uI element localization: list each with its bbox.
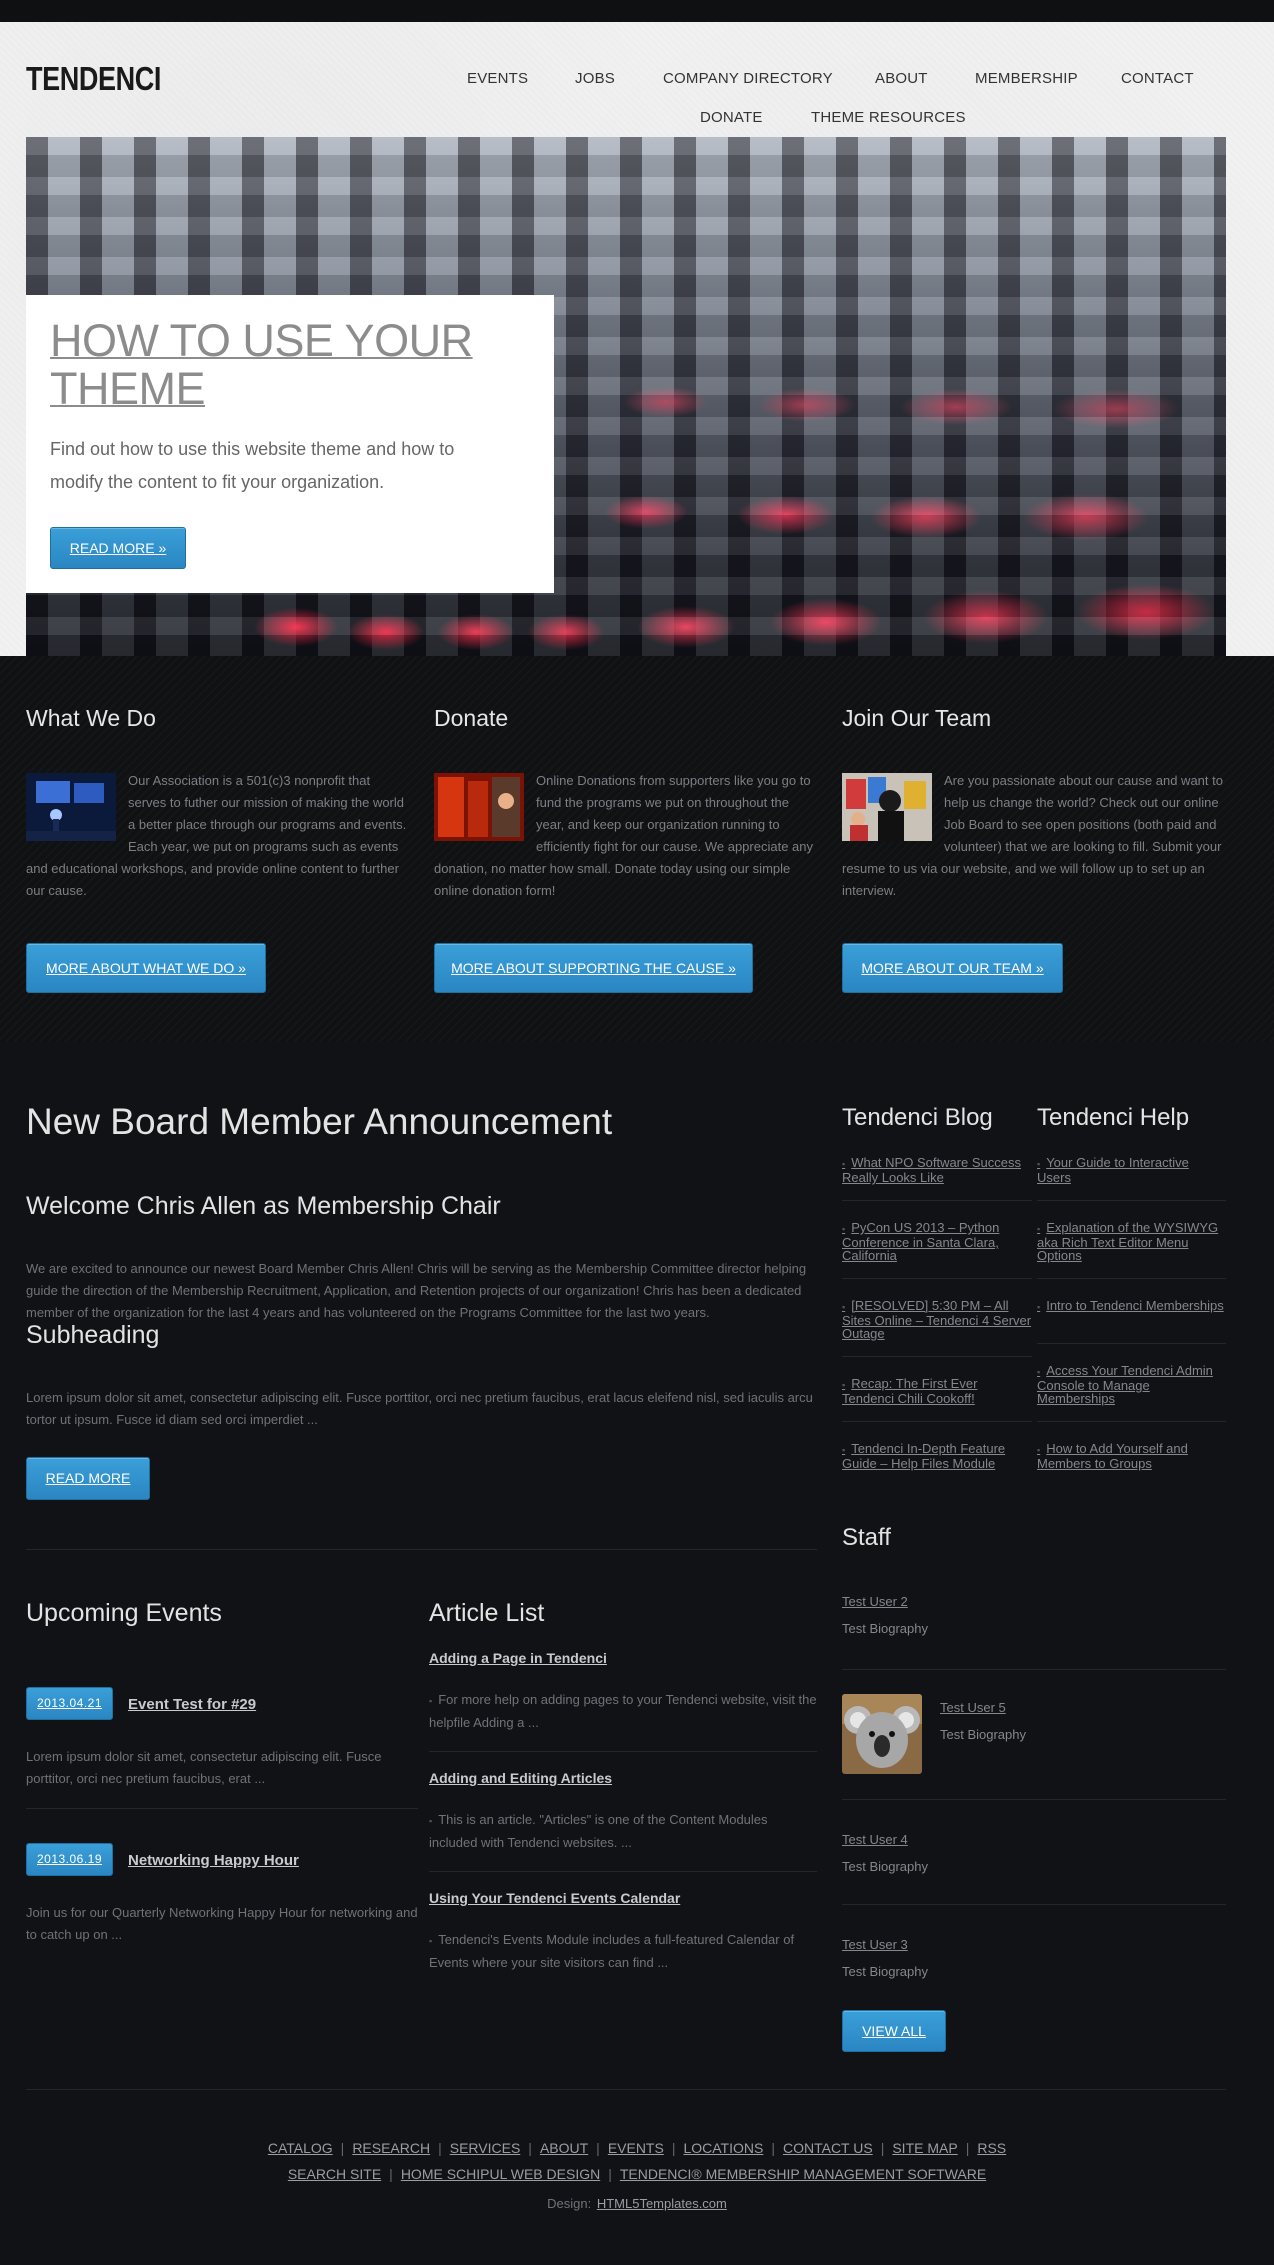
more-about-our-team-button[interactable]: MORE ABOUT OUR TEAM »	[842, 943, 1063, 993]
nav-events[interactable]: EVENTS	[467, 70, 528, 87]
feature-title: Donate	[434, 705, 509, 731]
article-list-item-title[interactable]: Adding a Page in Tendenci	[429, 1650, 607, 1666]
help-item[interactable]: ▪ Your Guide to Interactive Users	[1037, 1156, 1226, 1184]
hero-text: Find out how to use this website theme a…	[50, 439, 455, 492]
blog-item[interactable]: ▪ PyCon US 2013 – Python Conference in Sa…	[842, 1221, 1032, 1262]
footer-credit: Design: HTML5Templates.com	[547, 2196, 727, 2211]
article-subheading: Subheading	[26, 1321, 160, 1349]
footer-link-services[interactable]: SERVICES	[442, 2140, 529, 2156]
nav-contact[interactable]: CONTACT	[1121, 70, 1194, 87]
more-about-supporting-button[interactable]: MORE ABOUT SUPPORTING THE CAUSE »	[434, 943, 753, 993]
article-title: New Board Member Announcement	[26, 1101, 613, 1142]
footer-link-tendenci[interactable]: TENDENCI® MEMBERSHIP MANAGEMENT SOFTWARE	[612, 2166, 994, 2182]
staff-bio: Test Biography	[842, 1964, 928, 1979]
event-text: Lorem ipsum dolor sit amet, consectetur …	[26, 1749, 382, 1786]
nav-company-directory[interactable]: COMPANY DIRECTORY	[663, 70, 833, 87]
top-strip	[0, 0, 1274, 22]
footer-links-row-2: SEARCH SITE | HOME SCHIPUL WEB DESIGN | TEND…	[0, 2166, 1274, 2182]
feature-title: Join Our Team	[842, 705, 992, 731]
footer-link-locations[interactable]: LOCATIONS	[675, 2140, 771, 2156]
view-all-staff-button[interactable]: VIEW ALL	[842, 2010, 946, 2052]
staff-bio: Test Biography	[940, 1727, 1026, 1742]
nav-about[interactable]: ABOUT	[875, 70, 928, 87]
hero-caption: HOW TO USE YOUR THEME Find out how to us…	[26, 295, 554, 593]
footer-link-site-map[interactable]: SITE MAP	[884, 2140, 965, 2156]
footer-design-link[interactable]: HTML5Templates.com	[595, 2196, 727, 2211]
article-body: We are excited to announce our newest Bo…	[26, 1261, 807, 1320]
more-about-what-we-do-button[interactable]: MORE ABOUT WHAT WE DO »	[26, 943, 266, 993]
event-date-badge[interactable]: 2013.06.19	[26, 1843, 113, 1876]
event-date-badge[interactable]: 2013.04.21	[26, 1687, 113, 1720]
nav-jobs[interactable]: JOBS	[575, 70, 615, 87]
blog-item[interactable]: ▪ Tendenci In-Depth Feature Guide – Help …	[842, 1442, 1032, 1470]
footer-link-contact-us[interactable]: CONTACT US	[775, 2140, 881, 2156]
event-text: Join us for our Quarterly Networking Hap…	[26, 1905, 418, 1942]
staff-name[interactable]: Test User 4	[842, 1832, 908, 1847]
footer-divider	[26, 2089, 1226, 2090]
donate-image	[434, 773, 524, 841]
article-read-more-button[interactable]: READ MORE	[26, 1457, 150, 1500]
article-list-title: Article List	[429, 1599, 545, 1627]
events-title: Upcoming Events	[26, 1599, 222, 1627]
footer-link-search-site[interactable]: SEARCH SITE	[280, 2166, 389, 2182]
article-subtitle: Welcome Chris Allen as Membership Chair	[26, 1192, 501, 1220]
blog-title: Tendenci Blog	[842, 1104, 993, 1131]
staff-bio: Test Biography	[842, 1621, 928, 1636]
article-lorem: Lorem ipsum dolor sit amet, consectetur …	[26, 1390, 813, 1427]
hero-title[interactable]: HOW TO USE YOUR THEME	[50, 317, 520, 413]
feature-title: What We Do	[26, 705, 156, 731]
footer-links-row-1: CATALOG | RESEARCH | SERVICES | ABOUT | EVENTS | L…	[0, 2140, 1274, 2156]
blog-item[interactable]: ▪ Recap: The First Ever Tendenci Chili Co…	[842, 1377, 1032, 1405]
blog-item[interactable]: ▪ [RESOLVED] 5:30 PM – All Sites Online –…	[842, 1299, 1032, 1340]
footer-link-schipul[interactable]: HOME SCHIPUL WEB DESIGN	[393, 2166, 608, 2182]
help-item[interactable]: ▪ Intro to Tendenci Memberships	[1037, 1299, 1226, 1314]
staff-name[interactable]: Test User 5	[940, 1700, 1006, 1715]
what-we-do-image	[26, 773, 116, 841]
staff-name[interactable]: Test User 3	[842, 1937, 908, 1952]
divider	[26, 1549, 817, 1550]
staff-title: Staff	[842, 1524, 891, 1551]
article-list-item-title[interactable]: Adding and Editing Articles	[429, 1770, 612, 1786]
nav-theme-resources[interactable]: THEME RESOURCES	[811, 109, 966, 126]
event-title[interactable]: Event Test for #29	[128, 1696, 256, 1713]
footer-link-rss[interactable]: RSS	[969, 2140, 1014, 2156]
hero-read-more-button[interactable]: READ MORE »	[50, 527, 186, 569]
footer-link-events[interactable]: EVENTS	[600, 2140, 672, 2156]
help-title: Tendenci Help	[1037, 1104, 1190, 1131]
nav-donate[interactable]: DONATE	[700, 109, 763, 126]
footer-link-about[interactable]: ABOUT	[532, 2140, 596, 2156]
blog-item[interactable]: ▪ What NPO Software Success Really Looks …	[842, 1156, 1032, 1184]
staff-name[interactable]: Test User 2	[842, 1594, 908, 1609]
site-logo[interactable]: TENDENCI	[26, 60, 161, 98]
team-image	[842, 773, 932, 841]
help-item[interactable]: ▪ Access Your Tendenci Admin Console to M…	[1037, 1364, 1226, 1405]
nav-membership[interactable]: MEMBERSHIP	[975, 70, 1078, 87]
footer-link-research[interactable]: RESEARCH	[344, 2140, 438, 2156]
article-list-item-title[interactable]: Using Your Tendenci Events Calendar	[429, 1890, 680, 1906]
koala-avatar[interactable]	[842, 1694, 922, 1774]
footer-link-catalog[interactable]: CATALOG	[260, 2140, 341, 2156]
help-item[interactable]: ▪ How to Add Yourself and Members to Grou…	[1037, 1442, 1226, 1470]
help-item[interactable]: ▪ Explanation of the WYSIWYG aka Rich Tex…	[1037, 1221, 1226, 1262]
staff-bio: Test Biography	[842, 1859, 928, 1874]
event-title[interactable]: Networking Happy Hour	[128, 1852, 299, 1869]
